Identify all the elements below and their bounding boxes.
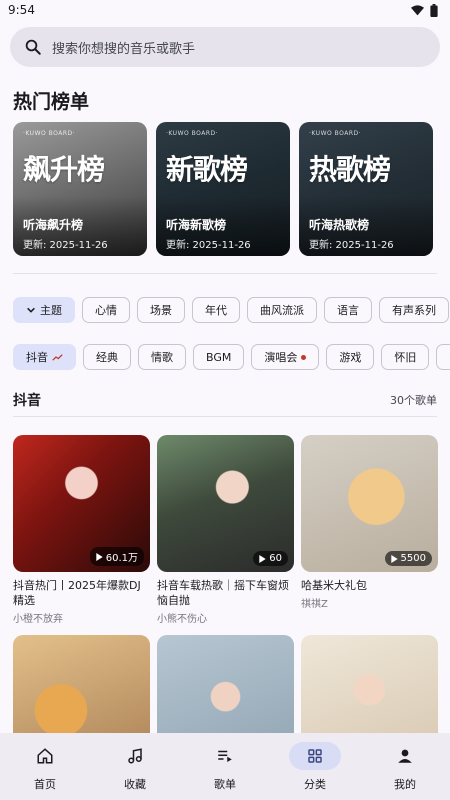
- chip-genre[interactable]: 曲风流派: [247, 297, 317, 323]
- nav-profile[interactable]: 我的: [370, 742, 440, 792]
- playlist-card[interactable]: 60.1万 抖音热门丨2025年爆款DJ精选 小橙不放弃: [13, 435, 150, 625]
- chip-theme[interactable]: 主题: [13, 297, 75, 323]
- nav-favorites[interactable]: 收藏: [100, 742, 170, 792]
- live-dot-icon: [301, 354, 307, 360]
- chip-classic[interactable]: 经典: [83, 344, 131, 370]
- chip-game[interactable]: 游戏: [326, 344, 375, 370]
- category-chip-row: 主题 心情 场景 年代 曲风流派 语言 有声系列: [13, 297, 449, 323]
- chip-language[interactable]: 语言: [324, 297, 372, 323]
- search-icon: [25, 39, 41, 55]
- grid-icon: [308, 749, 322, 763]
- hot-charts-row: ·KUWO BOARD· 飙升榜 听海飙升榜 更新: 2025-11-26 ·K…: [13, 122, 433, 256]
- playlist-section-title: 抖音: [13, 393, 41, 409]
- status-bar: 9:54: [0, 0, 450, 20]
- playlist-section-header: 抖音 30个歌单: [13, 390, 437, 410]
- chart-name: 听海新歌榜: [166, 218, 227, 232]
- play-count-badge: 5500: [384, 551, 432, 566]
- playlist-grid: 60.1万 抖音热门丨2025年爆款DJ精选 小橙不放弃 60 抖音车载热歌｜摇…: [13, 435, 438, 772]
- nav-label: 首页: [34, 778, 56, 791]
- chart-name: 听海飙升榜: [23, 218, 84, 232]
- chart-date: 更新: 2025-11-26: [23, 240, 108, 251]
- nav-label: 歌单: [214, 778, 236, 791]
- chart-card-new[interactable]: ·KUWO BOARD· 新歌榜 听海新歌榜 更新: 2025-11-26: [156, 122, 290, 256]
- chart-date: 更新: 2025-11-26: [166, 240, 251, 251]
- tag-chip-scroller[interactable]: 抖音 经典 情歌 BGM 演唱会 游戏 怀旧 合唱: [0, 344, 450, 374]
- nav-home[interactable]: 首页: [10, 742, 80, 792]
- playlist-icon: [218, 750, 232, 762]
- nav-icon-wrap: [19, 742, 71, 770]
- wifi-icon: [411, 4, 424, 15]
- status-icons: [411, 3, 438, 17]
- chart-cover-text: 热歌榜: [309, 153, 391, 186]
- hot-charts-title: 热门榜单: [13, 91, 90, 113]
- chip-chorus[interactable]: 合唱: [436, 344, 450, 370]
- play-icon: [390, 554, 398, 563]
- tag-chip-row: 抖音 经典 情歌 BGM 演唱会 游戏 怀旧 合唱: [13, 344, 450, 370]
- play-count-badge: 60: [253, 551, 288, 566]
- play-icon: [96, 552, 103, 561]
- chip-mood[interactable]: 心情: [82, 297, 130, 323]
- playlist-author: 小熊不伤心: [157, 614, 207, 625]
- chart-cover-text: 新歌榜: [166, 153, 248, 186]
- chart-date: 更新: 2025-11-26: [309, 240, 394, 251]
- chip-era[interactable]: 年代: [192, 297, 240, 323]
- nav-icon-wrap: [379, 742, 431, 770]
- category-chip-scroller[interactable]: 主题 心情 场景 年代 曲风流派 语言 有声系列: [0, 297, 450, 327]
- playlist-cover[interactable]: 60.1万: [13, 435, 150, 572]
- nav-categories[interactable]: 分类: [280, 742, 350, 792]
- chip-nostalgia[interactable]: 怀旧: [381, 344, 430, 370]
- playlist-title: 抖音热门丨2025年爆款DJ精选: [13, 579, 141, 607]
- chip-audiobook[interactable]: 有声系列: [379, 297, 449, 323]
- chip-concert[interactable]: 演唱会: [251, 344, 320, 370]
- home-icon: [37, 748, 53, 764]
- chip-douyin[interactable]: 抖音: [13, 344, 76, 370]
- playlist-author: 小橙不放弃: [13, 614, 63, 625]
- nav-label: 收藏: [124, 778, 146, 791]
- playlist-cover[interactable]: 5500: [301, 435, 438, 572]
- play-icon: [259, 554, 266, 563]
- search-input[interactable]: 搜索你想搜的音乐或歌手: [52, 38, 195, 57]
- nav-icon-wrap: [289, 742, 341, 770]
- playlist-title: 抖音车载热歌｜摇下车窗烦恼自抛: [157, 579, 289, 607]
- divider: [13, 273, 437, 274]
- chart-brand: ·KUWO BOARD·: [309, 130, 362, 137]
- music-note-icon: [128, 748, 142, 764]
- trending-icon: [52, 354, 63, 361]
- nav-label: 我的: [394, 778, 416, 791]
- person-icon: [398, 749, 412, 763]
- chip-love-song[interactable]: 情歌: [138, 344, 186, 370]
- play-count: 60.1万: [105, 553, 138, 564]
- bottom-nav: 首页 收藏 歌单 分类 我的: [0, 733, 450, 800]
- play-count: 5500: [400, 553, 426, 564]
- chip-scene[interactable]: 场景: [137, 297, 185, 323]
- playlist-count: 30个歌单: [390, 394, 437, 407]
- play-count: 60: [269, 553, 282, 564]
- playlist-card[interactable]: 5500 哈基米大礼包 祺祺Z: [301, 435, 438, 625]
- status-time: 9:54: [8, 3, 35, 17]
- nav-label: 分类: [304, 778, 326, 791]
- nav-playlists[interactable]: 歌单: [190, 742, 260, 792]
- chart-name: 听海热歌榜: [309, 218, 370, 232]
- chart-brand: ·KUWO BOARD·: [23, 130, 76, 137]
- playlist-card[interactable]: 60 抖音车载热歌｜摇下车窗烦恼自抛 小熊不伤心: [157, 435, 294, 625]
- chip-bgm[interactable]: BGM: [193, 344, 245, 370]
- chip-label: 抖音: [26, 351, 48, 364]
- chevron-down-icon: [27, 307, 35, 313]
- playlist-author: 祺祺Z: [301, 599, 328, 610]
- nav-icon-wrap: [109, 742, 161, 770]
- nav-icon-wrap: [199, 742, 251, 770]
- play-count-badge: 60.1万: [89, 547, 144, 566]
- chip-label: 主题: [40, 304, 62, 317]
- chart-card-surge[interactable]: ·KUWO BOARD· 飙升榜 听海飙升榜 更新: 2025-11-26: [13, 122, 147, 256]
- chart-card-hot[interactable]: ·KUWO BOARD· 热歌榜 听海热歌榜 更新: 2025-11-26: [299, 122, 433, 256]
- divider: [13, 416, 437, 417]
- chip-label: 演唱会: [264, 351, 298, 364]
- playlist-cover[interactable]: 60: [157, 435, 294, 572]
- search-bar[interactable]: 搜索你想搜的音乐或歌手: [10, 27, 440, 67]
- chart-brand: ·KUWO BOARD·: [166, 130, 219, 137]
- playlist-title: 哈基米大礼包: [301, 579, 367, 592]
- chart-cover-text: 飙升榜: [23, 153, 105, 186]
- battery-icon: [430, 3, 438, 17]
